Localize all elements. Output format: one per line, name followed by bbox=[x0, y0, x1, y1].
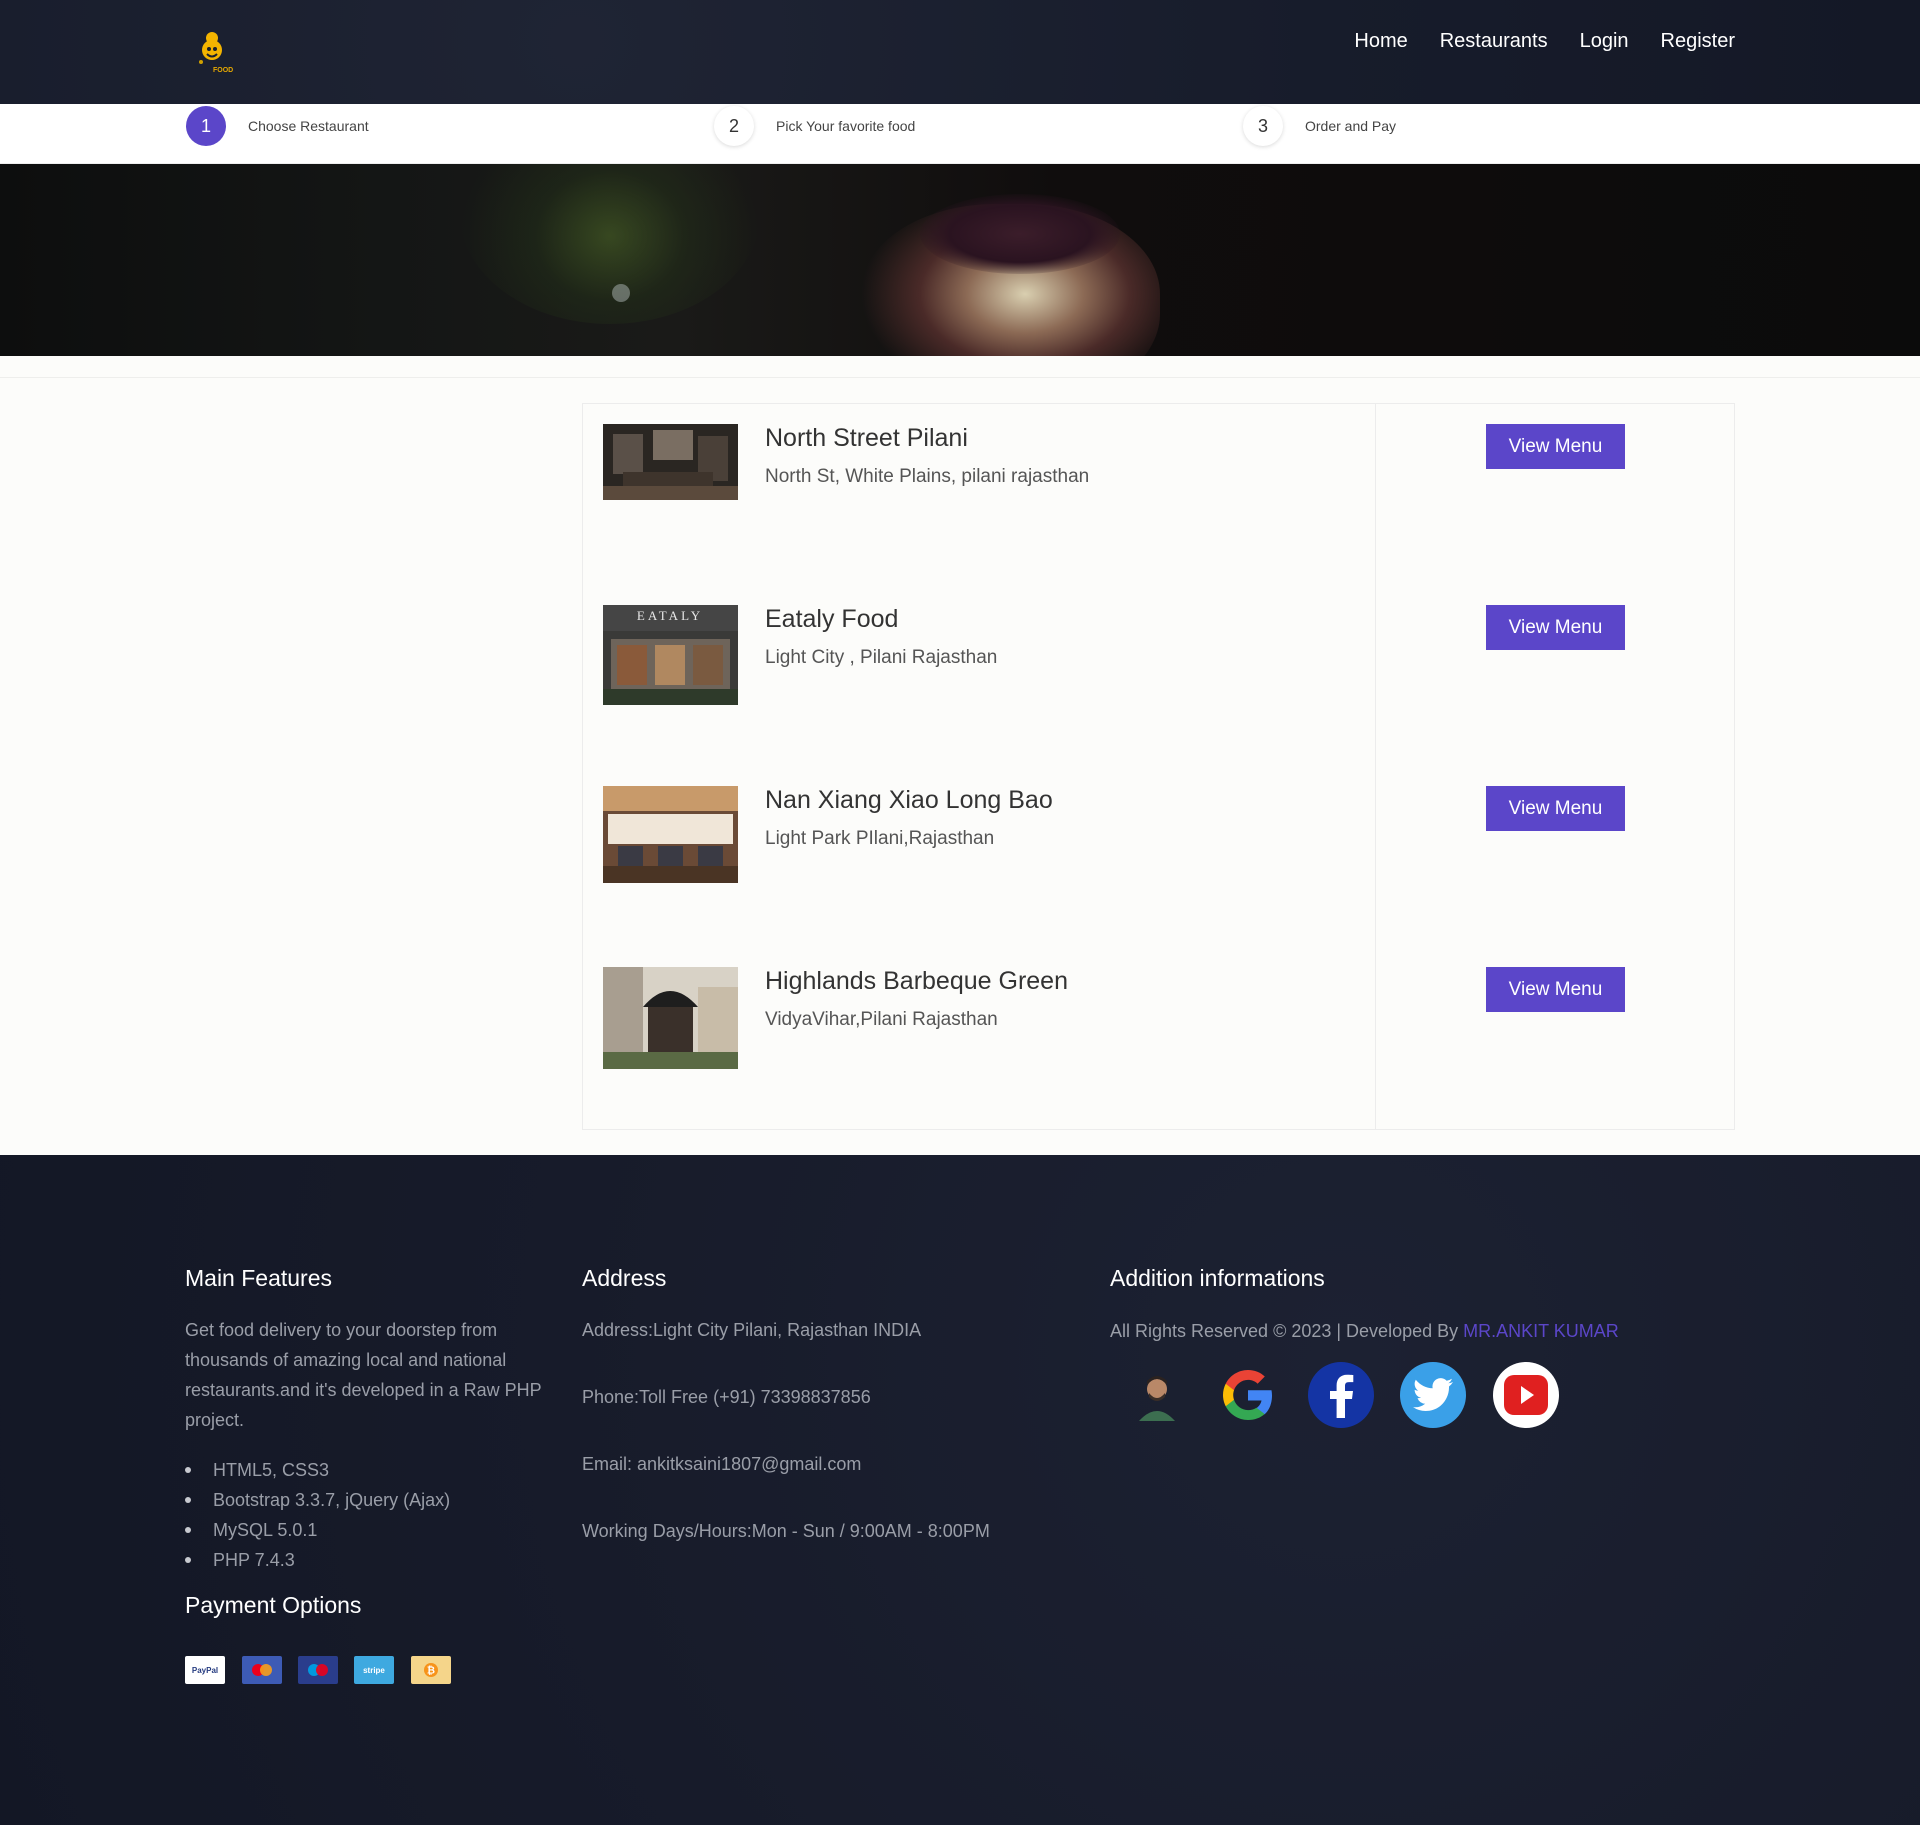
svg-text:EATALY: EATALY bbox=[637, 608, 703, 623]
restaurant-name[interactable]: Eataly Food bbox=[765, 605, 898, 634]
step-label: Choose Restaurant bbox=[248, 118, 369, 134]
restaurant-thumbnail[interactable] bbox=[603, 786, 738, 883]
features-list: HTML5, CSS3 Bootstrap 3.3.7, jQuery (Aja… bbox=[185, 1455, 450, 1575]
step-label: Pick Your favorite food bbox=[776, 118, 916, 134]
copyright-text: All Rights Reserved © 2023 | Developed B… bbox=[1110, 1316, 1619, 1346]
step-pick-food: 2 Pick Your favorite food bbox=[714, 106, 915, 146]
nav-login-link[interactable]: Login bbox=[1580, 30, 1629, 53]
rights-text: All Rights Reserved © 2023 | Developed B… bbox=[1110, 1321, 1464, 1341]
list-item: HTML5, CSS3 bbox=[185, 1455, 450, 1485]
email-line: Email: ankitksaini1807@gmail.com bbox=[582, 1454, 862, 1474]
restaurant-item: Nan Xiang Xiao Long Bao Light Park PIlan… bbox=[583, 766, 1734, 906]
restaurant-name[interactable]: North Street Pilani bbox=[765, 424, 968, 453]
restaurant-item: EATALY Eataly Food Light City , Pilani R… bbox=[583, 585, 1734, 725]
hero-glass-shape bbox=[460, 164, 760, 324]
nav-home-link[interactable]: Home bbox=[1354, 30, 1407, 53]
bitcoin-icon: ₿ bbox=[411, 1656, 451, 1684]
logo[interactable]: FOOD bbox=[195, 28, 235, 76]
svg-text:FOOD: FOOD bbox=[213, 67, 233, 74]
restaurant-address: North St, White Plains, pilani rajasthan bbox=[765, 466, 1090, 487]
paypal-icon: PayPal bbox=[185, 1656, 225, 1684]
view-menu-button[interactable]: View Menu bbox=[1486, 967, 1625, 1012]
address-line: Address:Light City Pilani, Rajasthan IND… bbox=[582, 1320, 922, 1340]
google-icon[interactable] bbox=[1215, 1362, 1281, 1428]
avatar[interactable] bbox=[1124, 1362, 1190, 1428]
list-item: PHP 7.4.3 bbox=[185, 1545, 450, 1575]
nav-register-link[interactable]: Register bbox=[1661, 30, 1735, 53]
working-hours-line: Working Days/Hours:Mon - Sun / 9:00AM - … bbox=[582, 1521, 990, 1541]
hero-berries-shape bbox=[920, 194, 1120, 274]
restaurant-thumbnail[interactable] bbox=[603, 424, 738, 500]
step-number: 1 bbox=[186, 106, 226, 146]
restaurant-list: North Street Pilani North St, White Plai… bbox=[582, 403, 1735, 1130]
youtube-icon[interactable] bbox=[1493, 1362, 1559, 1428]
restaurant-item: North Street Pilani North St, White Plai… bbox=[583, 404, 1734, 544]
restaurant-name[interactable]: Highlands Barbeque Green bbox=[765, 967, 1068, 996]
payment-title: Payment Options bbox=[185, 1592, 362, 1618]
restaurant-name[interactable]: Nan Xiang Xiao Long Bao bbox=[765, 786, 1053, 815]
list-item: Bootstrap 3.3.7, jQuery (Ajax) bbox=[185, 1485, 450, 1515]
view-menu-button[interactable]: View Menu bbox=[1486, 786, 1625, 831]
additional-info-title: Addition informations bbox=[1110, 1265, 1325, 1291]
restaurant-item: Highlands Barbeque Green VidyaVihar,Pila… bbox=[583, 947, 1734, 1087]
step-choose-restaurant: 1 Choose Restaurant bbox=[186, 106, 369, 146]
hero-banner-image bbox=[0, 164, 1920, 356]
features-description: Get food delivery to your doorstep from … bbox=[185, 1320, 542, 1430]
address-title: Address bbox=[582, 1265, 667, 1291]
order-steps: 1 Choose Restaurant 2 Pick Your favorite… bbox=[0, 104, 1920, 164]
restaurant-address: VidyaVihar,Pilani Rajasthan bbox=[765, 1009, 998, 1030]
view-menu-button[interactable]: View Menu bbox=[1486, 424, 1625, 469]
navbar: FOOD Home Restaurants Login Register bbox=[0, 0, 1920, 104]
developer-link[interactable]: MR.ANKIT KUMAR bbox=[1463, 1321, 1619, 1341]
footer: Main Features Get food delivery to your … bbox=[0, 1155, 1920, 1825]
nav-links: Home Restaurants Login Register bbox=[1354, 30, 1735, 53]
restaurant-thumbnail[interactable] bbox=[603, 967, 738, 1069]
view-menu-button[interactable]: View Menu bbox=[1486, 605, 1625, 650]
step-number: 2 bbox=[714, 106, 754, 146]
nav-restaurants-link[interactable]: Restaurants bbox=[1440, 30, 1548, 53]
list-item: MySQL 5.0.1 bbox=[185, 1515, 450, 1545]
svg-text:₿: ₿ bbox=[427, 1665, 435, 1677]
step-order-pay: 3 Order and Pay bbox=[1243, 106, 1396, 146]
phone-line: Phone:Toll Free (+91) 73398837856 bbox=[582, 1387, 871, 1407]
restaurant-thumbnail[interactable]: EATALY bbox=[603, 605, 738, 705]
mastercard-icon bbox=[242, 1656, 282, 1684]
features-title: Main Features bbox=[185, 1265, 333, 1291]
restaurant-address: Light Park PIlani,Rajasthan bbox=[765, 828, 995, 849]
step-number: 3 bbox=[1243, 106, 1283, 146]
step-label: Order and Pay bbox=[1305, 118, 1397, 134]
facebook-icon[interactable] bbox=[1308, 1362, 1374, 1428]
section-divider bbox=[0, 377, 1920, 378]
stripe-icon: stripe bbox=[354, 1656, 394, 1684]
maestro-icon bbox=[298, 1656, 338, 1684]
hero-bokeh-shape bbox=[612, 284, 630, 302]
twitter-icon[interactable] bbox=[1400, 1362, 1466, 1428]
restaurant-address: Light City , Pilani Rajasthan bbox=[765, 647, 998, 668]
